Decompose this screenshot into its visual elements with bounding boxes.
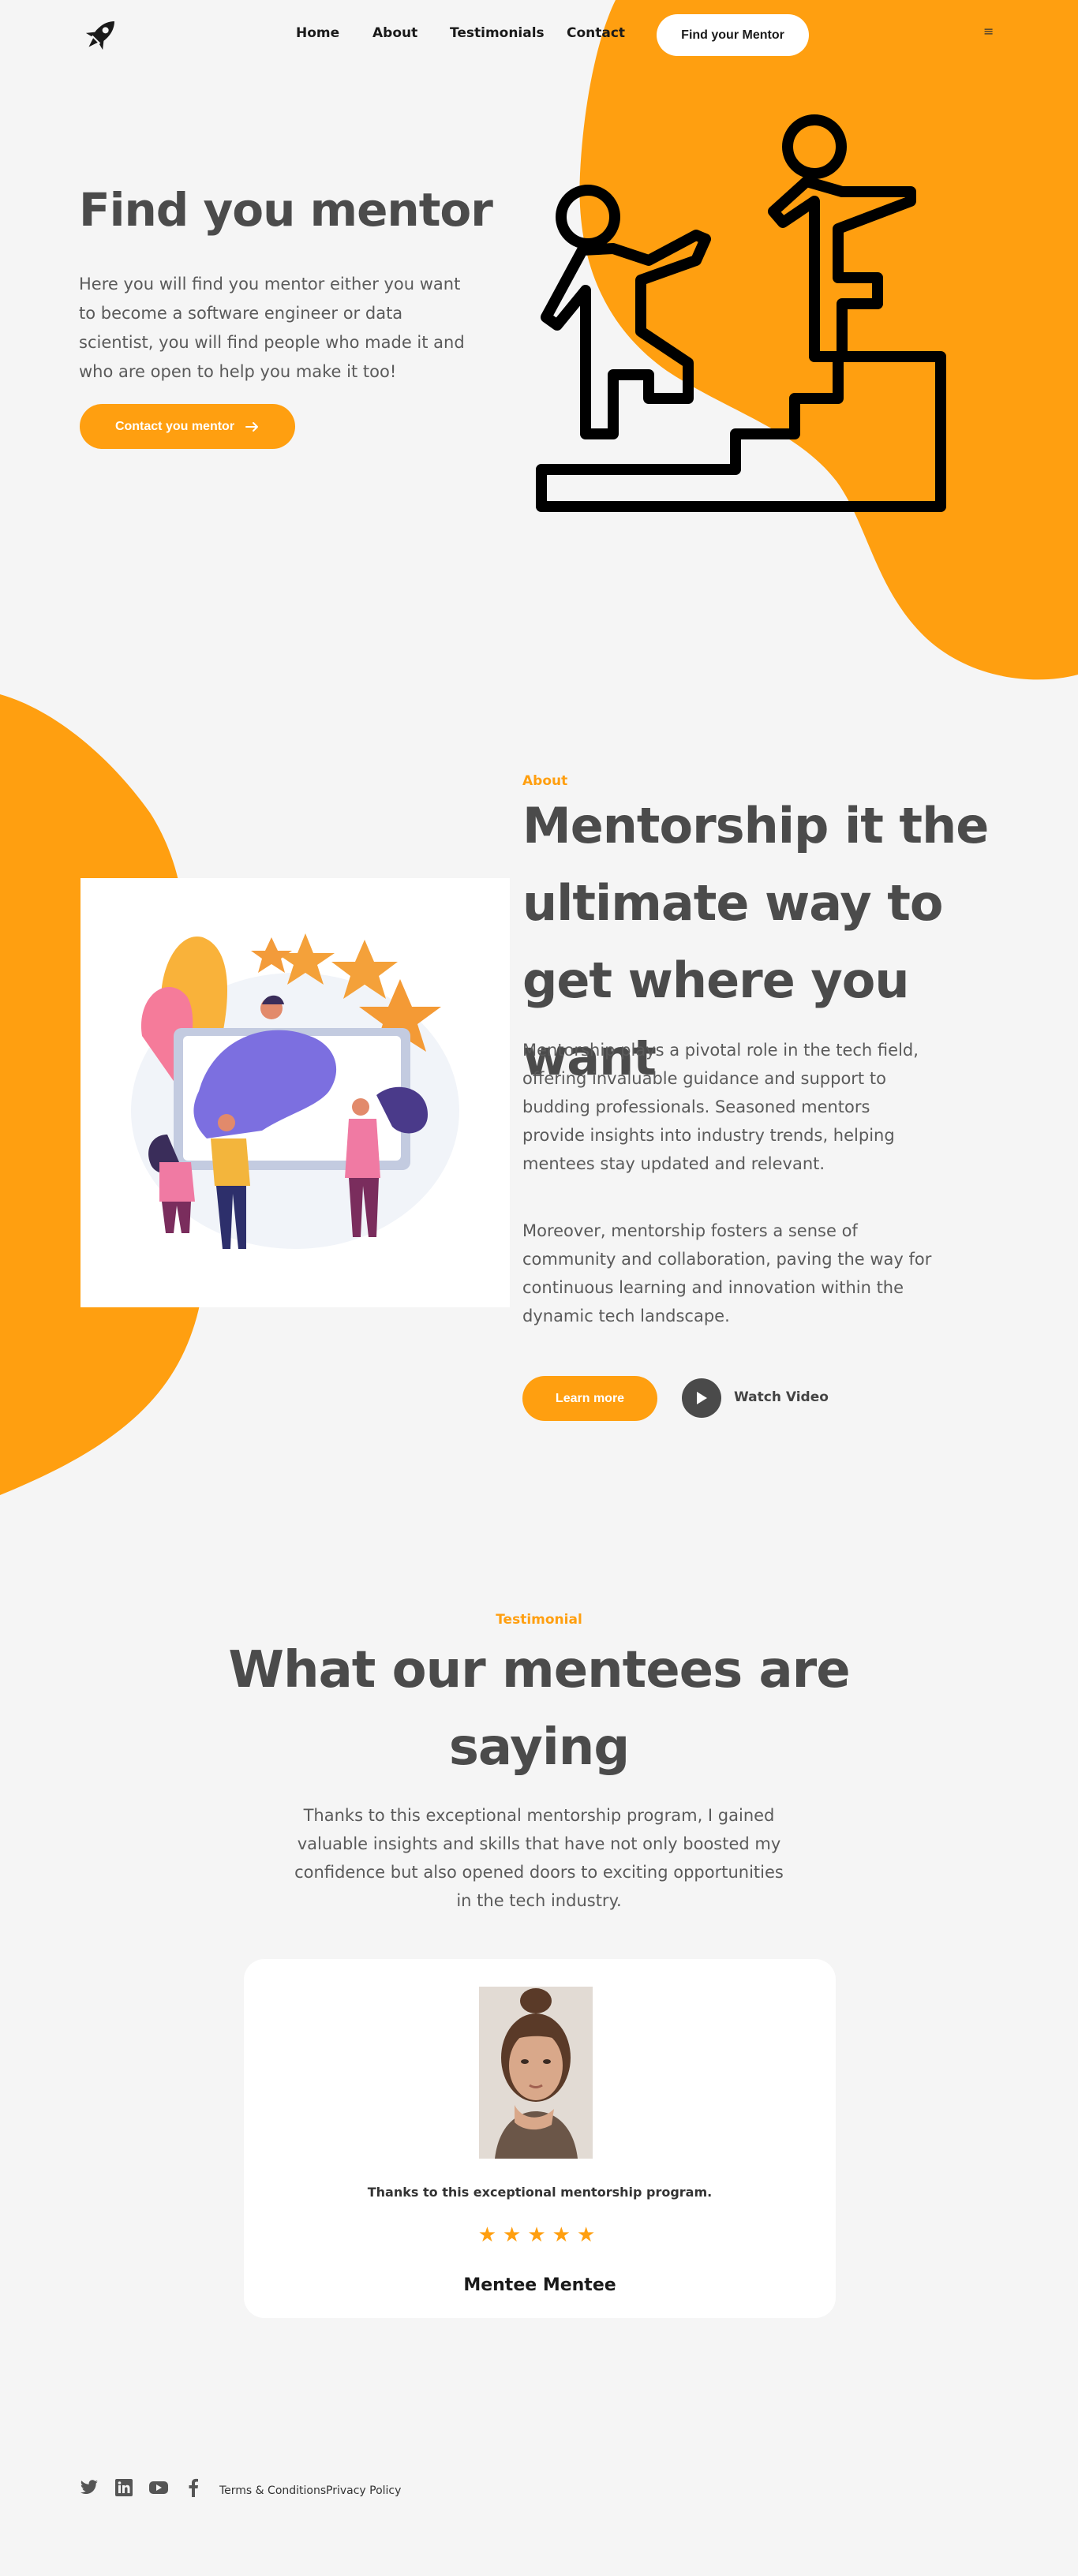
- mentorship-team-stars-illustration: [131, 933, 459, 1249]
- twitter-icon: [80, 2480, 98, 2494]
- arrow-right-icon: [245, 421, 259, 432]
- mentor-helping-climb-stairs-icon: [536, 114, 946, 512]
- testimonial-title: What our mentees are saying: [228, 1641, 850, 1777]
- nav-home[interactable]: Home: [296, 25, 339, 41]
- nav-testimonials[interactable]: Testimonials: [450, 25, 545, 41]
- youtube-link[interactable]: [148, 2477, 169, 2498]
- facebook-link[interactable]: [183, 2477, 204, 2498]
- play-video-button[interactable]: [682, 1378, 721, 1418]
- about-kicker: About: [522, 773, 568, 789]
- facebook-icon: [189, 2478, 198, 2497]
- testimonial-card-quote: Thanks to this exceptional mentorship pr…: [367, 2185, 713, 2200]
- rating-stars: ★★★★★: [477, 2223, 602, 2247]
- rocket-icon: [85, 21, 114, 50]
- about-paragraph-1: Mentorship plays a pivotal role in the t…: [522, 1041, 919, 1173]
- terms-link[interactable]: Terms & Conditions: [219, 2484, 326, 2497]
- hero-text: Here you will find you mentor either you…: [79, 275, 465, 381]
- about-paragraph-2: Moreover, mentorship fosters a sense of …: [522, 1221, 932, 1325]
- twitter-link[interactable]: [79, 2477, 99, 2498]
- hero-title: Find you mentor: [79, 183, 493, 237]
- menu-icon[interactable]: ≡: [983, 24, 994, 39]
- nav-contact[interactable]: Contact: [567, 25, 625, 41]
- mentee-avatar: [479, 1987, 593, 2159]
- nav-about[interactable]: About: [372, 25, 417, 41]
- mentee-name: Mentee Mentee: [463, 2275, 616, 2295]
- watch-video-link[interactable]: Watch Video: [734, 1389, 829, 1405]
- contact-mentor-label: Contact you mentor: [114, 419, 235, 433]
- linkedin-icon: [115, 2479, 133, 2496]
- testimonial-text: Thanks to this exceptional mentorship pr…: [294, 1806, 784, 1910]
- logo[interactable]: [79, 13, 123, 57]
- find-mentor-button[interactable]: Find your Mentor: [657, 14, 809, 56]
- play-icon: [697, 1392, 707, 1404]
- privacy-link[interactable]: Privacy Policy: [326, 2484, 401, 2497]
- about-illustration: [80, 878, 510, 1307]
- learn-more-button[interactable]: Learn more: [522, 1376, 657, 1421]
- youtube-icon: [149, 2481, 168, 2494]
- mentee-portrait-image: [479, 1987, 593, 2159]
- contact-mentor-button[interactable]: Contact you mentor: [80, 404, 295, 449]
- testimonial-kicker: Testimonial: [496, 1612, 582, 1628]
- linkedin-link[interactable]: [114, 2477, 134, 2498]
